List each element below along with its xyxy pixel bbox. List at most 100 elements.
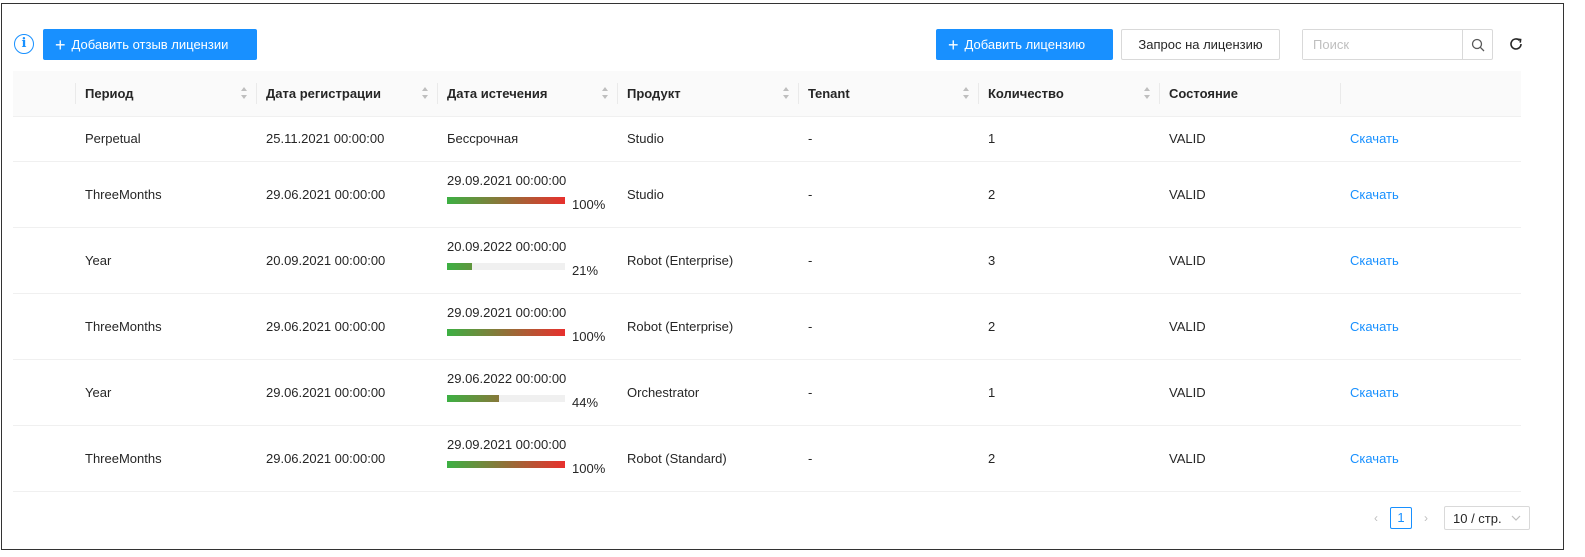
sort-icon[interactable] xyxy=(962,86,970,100)
header-label: Дата регистрации xyxy=(266,85,382,101)
header-actions xyxy=(1340,71,1521,117)
header-period[interactable]: Период xyxy=(75,71,256,117)
tenant-cell: - xyxy=(808,186,813,202)
progress-track xyxy=(447,395,565,402)
table-row: ThreeMonths 29.06.2021 00:00:00 29.09.2021… xyxy=(13,161,1521,227)
actions-cell: Скачать xyxy=(1340,425,1521,491)
quantity-cell: 2 xyxy=(988,318,996,334)
header-tenant[interactable]: Tenant xyxy=(798,71,978,117)
table-header: Период Дата регистрации Дата истечения П… xyxy=(13,71,1521,117)
progress-percent: 21% xyxy=(572,262,599,278)
expiry-date: 29.09.2021 00:00:00 xyxy=(447,436,567,452)
expiry-progress: 100% xyxy=(447,190,607,212)
table-row: Perpetual 25.11.2021 00:00:00 Бессрочная St… xyxy=(13,116,1521,161)
expiry-progress: 44% xyxy=(447,388,607,410)
quantity-cell: 1 xyxy=(988,384,996,400)
expiry-progress: 100% xyxy=(447,322,607,344)
page-size-select[interactable]: 10 / стр. xyxy=(1444,506,1530,530)
progress-track xyxy=(447,329,565,336)
sort-icon[interactable] xyxy=(421,86,429,100)
license-request-button[interactable]: Запрос на лицензию xyxy=(1121,29,1280,60)
table-row: Year 20.09.2021 00:00:00 20.09.2022 00:00:… xyxy=(13,227,1521,293)
header-label: Состояние xyxy=(1169,85,1239,101)
sort-icon[interactable] xyxy=(601,86,609,100)
download-link[interactable]: Скачать xyxy=(1350,131,1399,146)
search-icon xyxy=(1471,38,1484,51)
period-cell: Year xyxy=(85,384,112,400)
header-label: Количество xyxy=(988,85,1064,101)
header-registration-date[interactable]: Дата регистрации xyxy=(256,71,437,117)
download-link[interactable]: Скачать xyxy=(1350,385,1399,400)
download-link[interactable]: Скачать xyxy=(1350,253,1399,268)
selection-cell xyxy=(13,161,75,227)
progress-fill xyxy=(447,197,565,204)
tenant-cell: - xyxy=(808,252,813,268)
header-quantity[interactable]: Количество xyxy=(978,71,1159,117)
progress-fill xyxy=(447,461,565,468)
header-selection xyxy=(13,71,75,117)
quantity-cell: 3 xyxy=(988,252,996,268)
search-button[interactable] xyxy=(1462,30,1492,59)
registration-date-cell: 25.11.2021 00:00:00 xyxy=(266,131,385,146)
selection-cell xyxy=(13,293,75,359)
add-license-label: Добавить лицензию xyxy=(964,37,1086,52)
expiry-date: 20.09.2022 00:00:00 xyxy=(447,238,567,254)
page-size-label: 10 / стр. xyxy=(1453,510,1502,526)
state-cell: VALID xyxy=(1169,131,1206,146)
progress-fill xyxy=(447,395,499,402)
progress-track xyxy=(447,197,565,204)
progress-track xyxy=(447,461,565,468)
sort-icon[interactable] xyxy=(782,86,790,100)
quantity-cell: 2 xyxy=(988,450,996,466)
plus-icon: + xyxy=(55,34,66,55)
registration-date-cell: 29.06.2021 00:00:00 xyxy=(266,318,386,334)
selection-cell xyxy=(13,359,75,425)
search-input[interactable] xyxy=(1303,30,1462,59)
expiry-cell: 29.09.2021 00:00:00 100% xyxy=(437,293,617,359)
registration-date-cell: 29.06.2021 00:00:00 xyxy=(266,384,386,400)
header-label: Дата истечения xyxy=(447,85,548,101)
refresh-icon[interactable] xyxy=(1508,36,1524,52)
add-license-review-label: Добавить отзыв лицензии xyxy=(71,37,229,52)
expiry-cell: 29.09.2021 00:00:00 100% xyxy=(437,425,617,491)
header-product[interactable]: Продукт xyxy=(617,71,798,117)
download-link[interactable]: Скачать xyxy=(1350,451,1399,466)
info-icon[interactable]: i xyxy=(14,34,34,54)
actions-cell: Скачать xyxy=(1340,359,1521,425)
expiry-progress: 100% xyxy=(447,454,607,476)
product-cell: Orchestrator xyxy=(627,384,700,400)
page-item[interactable]: 1 xyxy=(1390,507,1412,529)
actions-cell: Скачать xyxy=(1340,161,1521,227)
header-state: Состояние xyxy=(1159,71,1340,117)
state-cell: VALID xyxy=(1169,186,1206,202)
header-label: Продукт xyxy=(627,85,681,101)
expiry-progress: 21% xyxy=(447,256,607,278)
tenant-cell: - xyxy=(808,384,813,400)
expiry-cell: 20.09.2022 00:00:00 21% xyxy=(437,227,617,293)
state-cell: VALID xyxy=(1169,252,1206,268)
header-expiry-date[interactable]: Дата истечения xyxy=(437,71,617,117)
registration-date-cell: 29.06.2021 00:00:00 xyxy=(266,450,386,466)
period-cell: Perpetual xyxy=(85,131,141,146)
pagination: ‹ 1 › 10 / стр. xyxy=(1368,506,1530,530)
selection-cell xyxy=(13,116,75,161)
expiry-cell: 29.09.2021 00:00:00 100% xyxy=(437,161,617,227)
expiry-cell: 29.06.2022 00:00:00 44% xyxy=(437,359,617,425)
add-license-button[interactable]: + Добавить лицензию xyxy=(936,29,1113,60)
product-cell: Studio xyxy=(627,131,664,146)
download-link[interactable]: Скачать xyxy=(1350,319,1399,334)
sort-icon[interactable] xyxy=(1143,86,1151,100)
product-cell: Studio xyxy=(627,186,664,202)
progress-track xyxy=(447,263,565,270)
download-link[interactable]: Скачать xyxy=(1350,187,1399,202)
period-cell: ThreeMonths xyxy=(85,450,162,466)
prev-page-icon[interactable]: ‹ xyxy=(1368,511,1384,525)
registration-date-cell: 20.09.2021 00:00:00 xyxy=(266,252,386,268)
add-license-review-button[interactable]: + Добавить отзыв лицензии xyxy=(43,29,257,60)
selection-cell xyxy=(13,425,75,491)
table-row: Year 29.06.2021 00:00:00 29.06.2022 00:00:… xyxy=(13,359,1521,425)
selection-cell xyxy=(13,227,75,293)
next-page-icon[interactable]: › xyxy=(1418,511,1434,525)
period-cell: Year xyxy=(85,252,112,268)
sort-icon[interactable] xyxy=(240,86,248,100)
